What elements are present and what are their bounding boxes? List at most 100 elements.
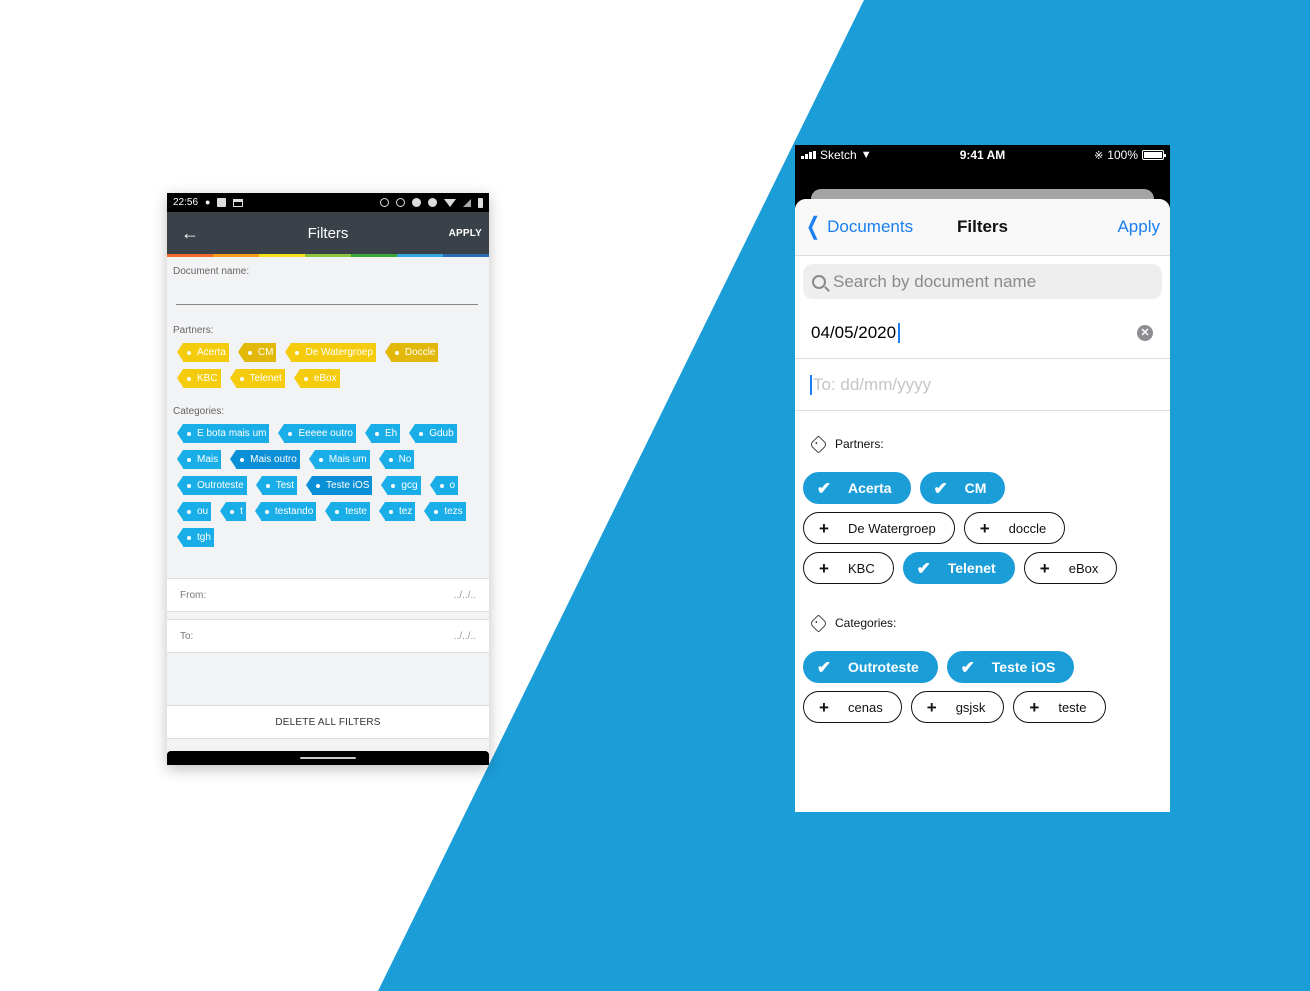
category-tag[interactable]: teste [325, 502, 370, 521]
partner-tag-list: Acerta CM De Watergroep Doccle KBC Telenet eBo… [173, 343, 481, 388]
category-tag-list: E bota mais um Eeeee outro Eh Gdub Mais Mais … [173, 424, 481, 547]
partner-chip[interactable]: + eBox [1023, 552, 1118, 584]
category-tag[interactable]: t [220, 502, 246, 521]
rainbow-segment [259, 254, 305, 257]
back-label: Documents [827, 217, 914, 236]
signal-icon [463, 198, 471, 207]
partners-label: Partners: [173, 325, 214, 336]
battery-icon [1142, 150, 1166, 160]
category-tag[interactable]: tezs [424, 502, 466, 521]
to-date-input[interactable]: To: dd/mm/yyyy [795, 359, 1170, 411]
category-chip[interactable]: + cenas [803, 691, 902, 723]
android-filters-screen: 22:56 ● ← Filters APPLY Document name: P… [167, 193, 489, 765]
partner-tag[interactable]: Acerta [177, 343, 229, 362]
plus-icon: + [979, 518, 990, 538]
tag-icon [809, 613, 828, 633]
partner-tag[interactable]: De Watergroep [285, 343, 376, 362]
rainbow-segment [167, 254, 213, 257]
partner-chip[interactable]: + doccle [963, 512, 1066, 544]
category-tag[interactable]: Gdub [409, 424, 457, 443]
partner-chip[interactable]: ✔ Acerta [803, 472, 911, 504]
chevron-left-icon: ❮ [806, 213, 821, 240]
category-tag[interactable]: testando [254, 502, 317, 521]
partner-chip[interactable]: ✔ Telenet [902, 552, 1015, 584]
category-chip[interactable]: + teste [1013, 691, 1106, 723]
document-name-input[interactable] [176, 277, 478, 305]
chip-label: Teste iOS [991, 659, 1056, 675]
chip-label: eBox [1068, 560, 1099, 576]
android-toolbar: ← Filters APPLY [167, 212, 489, 254]
category-tag[interactable]: gcg [381, 476, 421, 495]
chip-label: cenas [848, 699, 883, 715]
rainbow-segment [443, 254, 489, 257]
category-tag[interactable]: No [378, 450, 415, 469]
back-button[interactable]: ❮ Documents [803, 215, 913, 239]
category-chip-list: ✔ Outroteste ✔ Teste iOS + cenas + gsjsk + teste [795, 651, 1135, 723]
category-tag[interactable]: Mais outro [230, 450, 300, 469]
text-cursor [898, 322, 901, 343]
category-tag[interactable]: Test [255, 476, 298, 495]
categories-label: Categories: [835, 616, 897, 630]
categories-label: Categories: [173, 406, 225, 417]
delete-all-filters-button[interactable]: DELETE ALL FILTERS [167, 705, 489, 739]
to-label: To: [180, 630, 194, 642]
chip-label: teste [1058, 699, 1087, 715]
wifi-icon [444, 198, 456, 207]
chip-label: Telenet [947, 560, 996, 576]
plus-icon: + [819, 558, 829, 578]
checkmark-icon: ✔ [933, 478, 948, 498]
partner-chip-list: ✔ Acerta ✔ CM + De Watergroep + doccle + KBC ✔ Tele… [795, 472, 1135, 584]
bluetooth-icon: ※ [1094, 149, 1104, 162]
battery-icon [478, 197, 483, 208]
partner-tag[interactable]: Telenet [229, 369, 285, 388]
category-tag[interactable]: o [429, 476, 459, 495]
category-tag[interactable]: Mais [176, 450, 222, 469]
from-date-value: 04/05/2020 [811, 322, 897, 342]
cellular-signal-icon [801, 151, 816, 159]
partner-chip[interactable]: ✔ CM [919, 472, 1006, 504]
showcase-canvas: 22:56 ● ← Filters APPLY Document name: P… [0, 0, 1310, 991]
category-chip[interactable]: ✔ Teste iOS [946, 651, 1075, 683]
vibrate-icon [412, 198, 421, 207]
partner-chip[interactable]: + De Watergroep [803, 512, 955, 544]
partner-tag[interactable]: Doccle [384, 343, 439, 362]
filters-sheet: ❮ Documents Filters Apply Search by docu… [795, 199, 1170, 812]
data-saver-icon [396, 198, 405, 207]
plus-icon: + [1029, 697, 1040, 717]
apply-button[interactable]: Apply [1117, 217, 1160, 237]
chip-label: CM [964, 480, 987, 496]
category-tag[interactable]: Eh [364, 424, 401, 443]
category-tag[interactable]: Mais um [308, 450, 370, 469]
back-arrow-icon[interactable]: ← [181, 223, 199, 244]
ios-navigation-bar: ❮ Documents Filters Apply [795, 199, 1170, 256]
partner-chip[interactable]: + KBC [803, 552, 894, 584]
category-tag[interactable]: ou [176, 502, 212, 521]
clear-icon[interactable]: ✕ [1137, 324, 1153, 341]
partner-tag[interactable]: CM [237, 343, 277, 362]
category-tag[interactable]: Eeeee outro [278, 424, 356, 443]
category-chip[interactable]: ✔ Outroteste [803, 651, 938, 683]
alarm-icon [380, 198, 389, 207]
from-label: From: [180, 589, 207, 601]
category-tag[interactable]: E bota mais um [176, 424, 270, 443]
category-tag[interactable]: tgh [177, 528, 214, 547]
category-tag[interactable]: Outroteste [177, 476, 247, 495]
to-date-row[interactable]: To: ../../.. [167, 619, 489, 653]
home-gesture-handle[interactable] [300, 757, 356, 759]
category-tag[interactable]: tez [378, 502, 416, 521]
category-tag[interactable]: Teste iOS [306, 476, 373, 495]
from-date-input[interactable]: 04/05/2020 ✕ [795, 307, 1170, 359]
carrier-name: Sketch [820, 148, 857, 162]
checkmark-icon: ✔ [816, 478, 832, 498]
search-placeholder: Search by document name [833, 271, 1037, 291]
partner-tag[interactable]: eBox [293, 369, 340, 388]
document-name-label: Document name: [173, 266, 250, 277]
android-navigation-bar [167, 751, 489, 765]
document-search-input[interactable]: Search by document name [803, 264, 1162, 299]
apply-button[interactable]: APPLY [449, 228, 482, 239]
from-date-row[interactable]: From: ../../.. [167, 578, 489, 612]
page-title: Filters [307, 224, 349, 242]
partner-tag[interactable]: KBC [177, 369, 221, 388]
status-time: 22:56 [173, 197, 199, 208]
category-chip[interactable]: + gsjsk [910, 691, 1005, 723]
